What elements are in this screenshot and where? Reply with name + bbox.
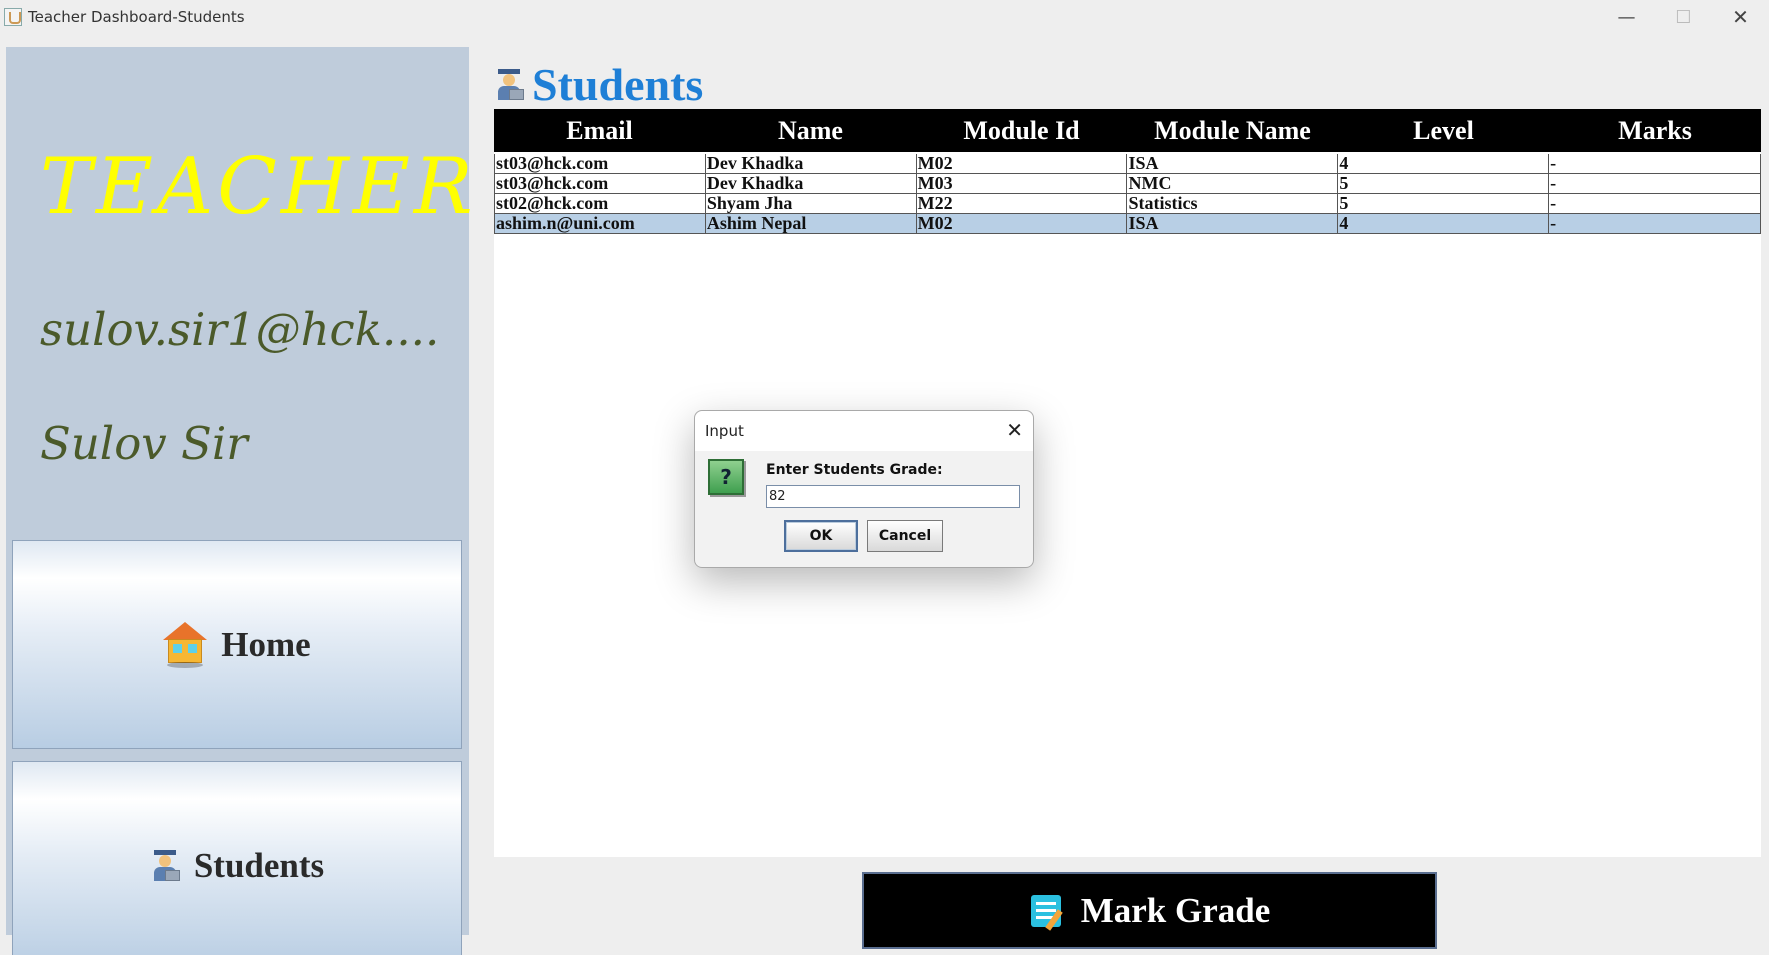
dialog-prompt: Enter Students Grade: xyxy=(766,462,943,478)
cell-module-name: NMC xyxy=(1127,174,1339,193)
column-header-module-id[interactable]: Module Id xyxy=(916,109,1127,152)
cell-marks: - xyxy=(1549,154,1761,173)
question-icon: ? xyxy=(708,459,744,495)
close-window-button[interactable]: ✕ xyxy=(1712,0,1769,34)
cell-level: 4 xyxy=(1338,154,1550,173)
cell-name: Dev Khadka xyxy=(706,154,917,173)
table-row[interactable]: st03@hck.com Dev Khadka M03 NMC 5 - xyxy=(494,174,1761,194)
cell-name: Shyam Jha xyxy=(706,194,917,213)
column-header-level[interactable]: Level xyxy=(1338,109,1549,152)
java-app-icon xyxy=(4,8,22,26)
column-header-marks[interactable]: Marks xyxy=(1549,109,1761,152)
cell-email: st02@hck.com xyxy=(495,194,706,213)
mark-grade-button[interactable]: Mark Grade xyxy=(862,872,1437,949)
cell-level: 5 xyxy=(1338,194,1550,213)
cell-name: Ashim Nepal xyxy=(706,214,917,233)
students-table: Email Name Module Id Module Name Level M… xyxy=(494,109,1761,857)
table-row[interactable]: st03@hck.com Dev Khadka M02 ISA 4 - xyxy=(494,154,1761,174)
table-row[interactable]: st02@hck.com Shyam Jha M22 Statistics 5 … xyxy=(494,194,1761,214)
cell-module-id: M02 xyxy=(917,154,1128,173)
cell-marks: - xyxy=(1549,194,1761,213)
students-button-label: Students xyxy=(193,845,325,885)
cancel-button[interactable]: Cancel xyxy=(867,520,943,552)
cell-level: 5 xyxy=(1338,174,1550,193)
cell-email: st03@hck.com xyxy=(495,174,706,193)
dialog-titlebar[interactable]: Input ✕ xyxy=(695,411,1033,451)
column-header-email[interactable]: Email xyxy=(494,109,705,152)
input-dialog: Input ✕ ? Enter Students Grade: OK Cance… xyxy=(694,410,1034,568)
cell-module-name: ISA xyxy=(1127,214,1339,233)
student-icon xyxy=(150,849,180,882)
cell-module-id: M03 xyxy=(917,174,1128,193)
cell-name: Dev Khadka xyxy=(706,174,917,193)
cell-level: 4 xyxy=(1338,214,1550,233)
mark-grade-label: Mark Grade xyxy=(1080,890,1271,930)
page-title: Students xyxy=(532,59,704,110)
home-button-label: Home xyxy=(221,624,311,664)
table-row-selected[interactable]: ashim.n@uni.com Ashim Nepal M02 ISA 4 - xyxy=(494,214,1761,234)
window-titlebar: Teacher Dashboard-Students — ☐ ✕ xyxy=(0,0,1769,34)
column-header-name[interactable]: Name xyxy=(705,109,916,152)
window-title: Teacher Dashboard-Students xyxy=(28,8,245,26)
role-title: TEACHER xyxy=(40,142,477,232)
dialog-close-button[interactable]: ✕ xyxy=(1006,418,1023,442)
table-body: st03@hck.com Dev Khadka M02 ISA 4 - st03… xyxy=(494,154,1761,234)
user-name: Sulov Sir xyxy=(40,417,248,470)
students-button[interactable]: Students xyxy=(12,761,462,955)
notepad-icon xyxy=(1029,893,1067,931)
cell-module-name: ISA xyxy=(1127,154,1339,173)
dialog-title: Input xyxy=(705,422,744,440)
grade-input[interactable] xyxy=(766,485,1020,508)
cell-module-id: M02 xyxy=(917,214,1128,233)
house-icon xyxy=(163,621,208,668)
cell-marks: - xyxy=(1549,174,1761,193)
cell-module-id: M22 xyxy=(917,194,1128,213)
cell-marks: - xyxy=(1549,214,1761,233)
cell-email: ashim.n@uni.com xyxy=(495,214,706,233)
cell-email: st03@hck.com xyxy=(495,154,706,173)
home-button[interactable]: Home xyxy=(12,540,462,749)
sidebar: TEACHER sulov.sir1@hck.... Sulov Sir Hom… xyxy=(6,47,473,955)
column-header-module-name[interactable]: Module Name xyxy=(1127,109,1338,152)
page-heading: Students xyxy=(494,58,703,111)
table-header: Email Name Module Id Module Name Level M… xyxy=(494,109,1761,152)
minimize-button[interactable]: — xyxy=(1598,0,1655,34)
cell-module-name: Statistics xyxy=(1127,194,1339,213)
ok-button[interactable]: OK xyxy=(784,520,858,552)
student-icon xyxy=(494,68,524,101)
user-email: sulov.sir1@hck.... xyxy=(40,303,440,356)
maximize-button[interactable]: ☐ xyxy=(1655,0,1712,34)
